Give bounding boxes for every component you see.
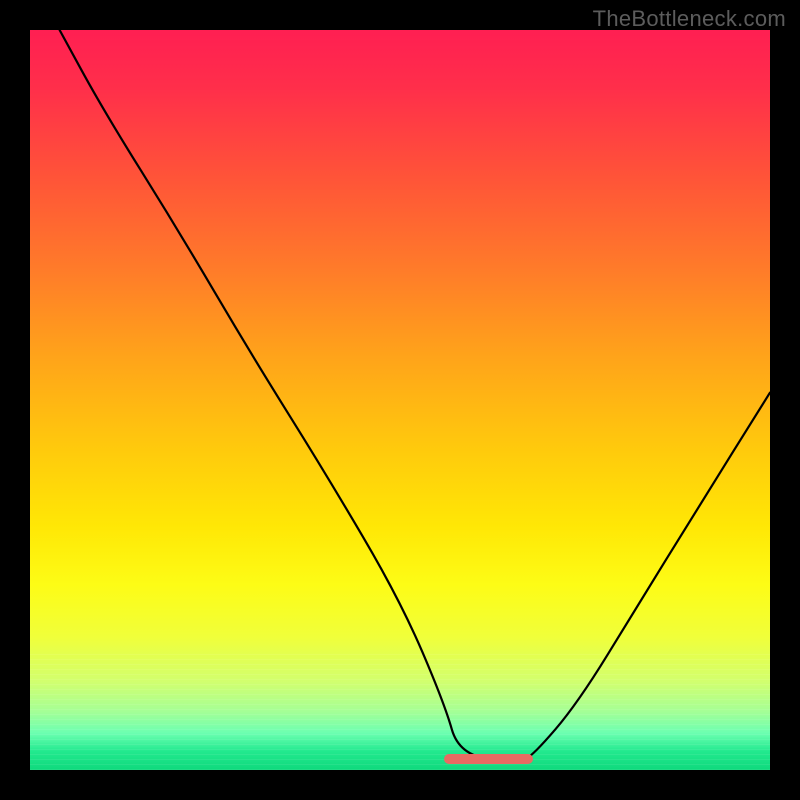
bottleneck-curve-path (60, 30, 770, 761)
attribution-text: TheBottleneck.com (593, 6, 786, 32)
bottleneck-chart (30, 30, 770, 770)
curve-svg (30, 30, 770, 770)
flat-region-marker (444, 754, 533, 764)
